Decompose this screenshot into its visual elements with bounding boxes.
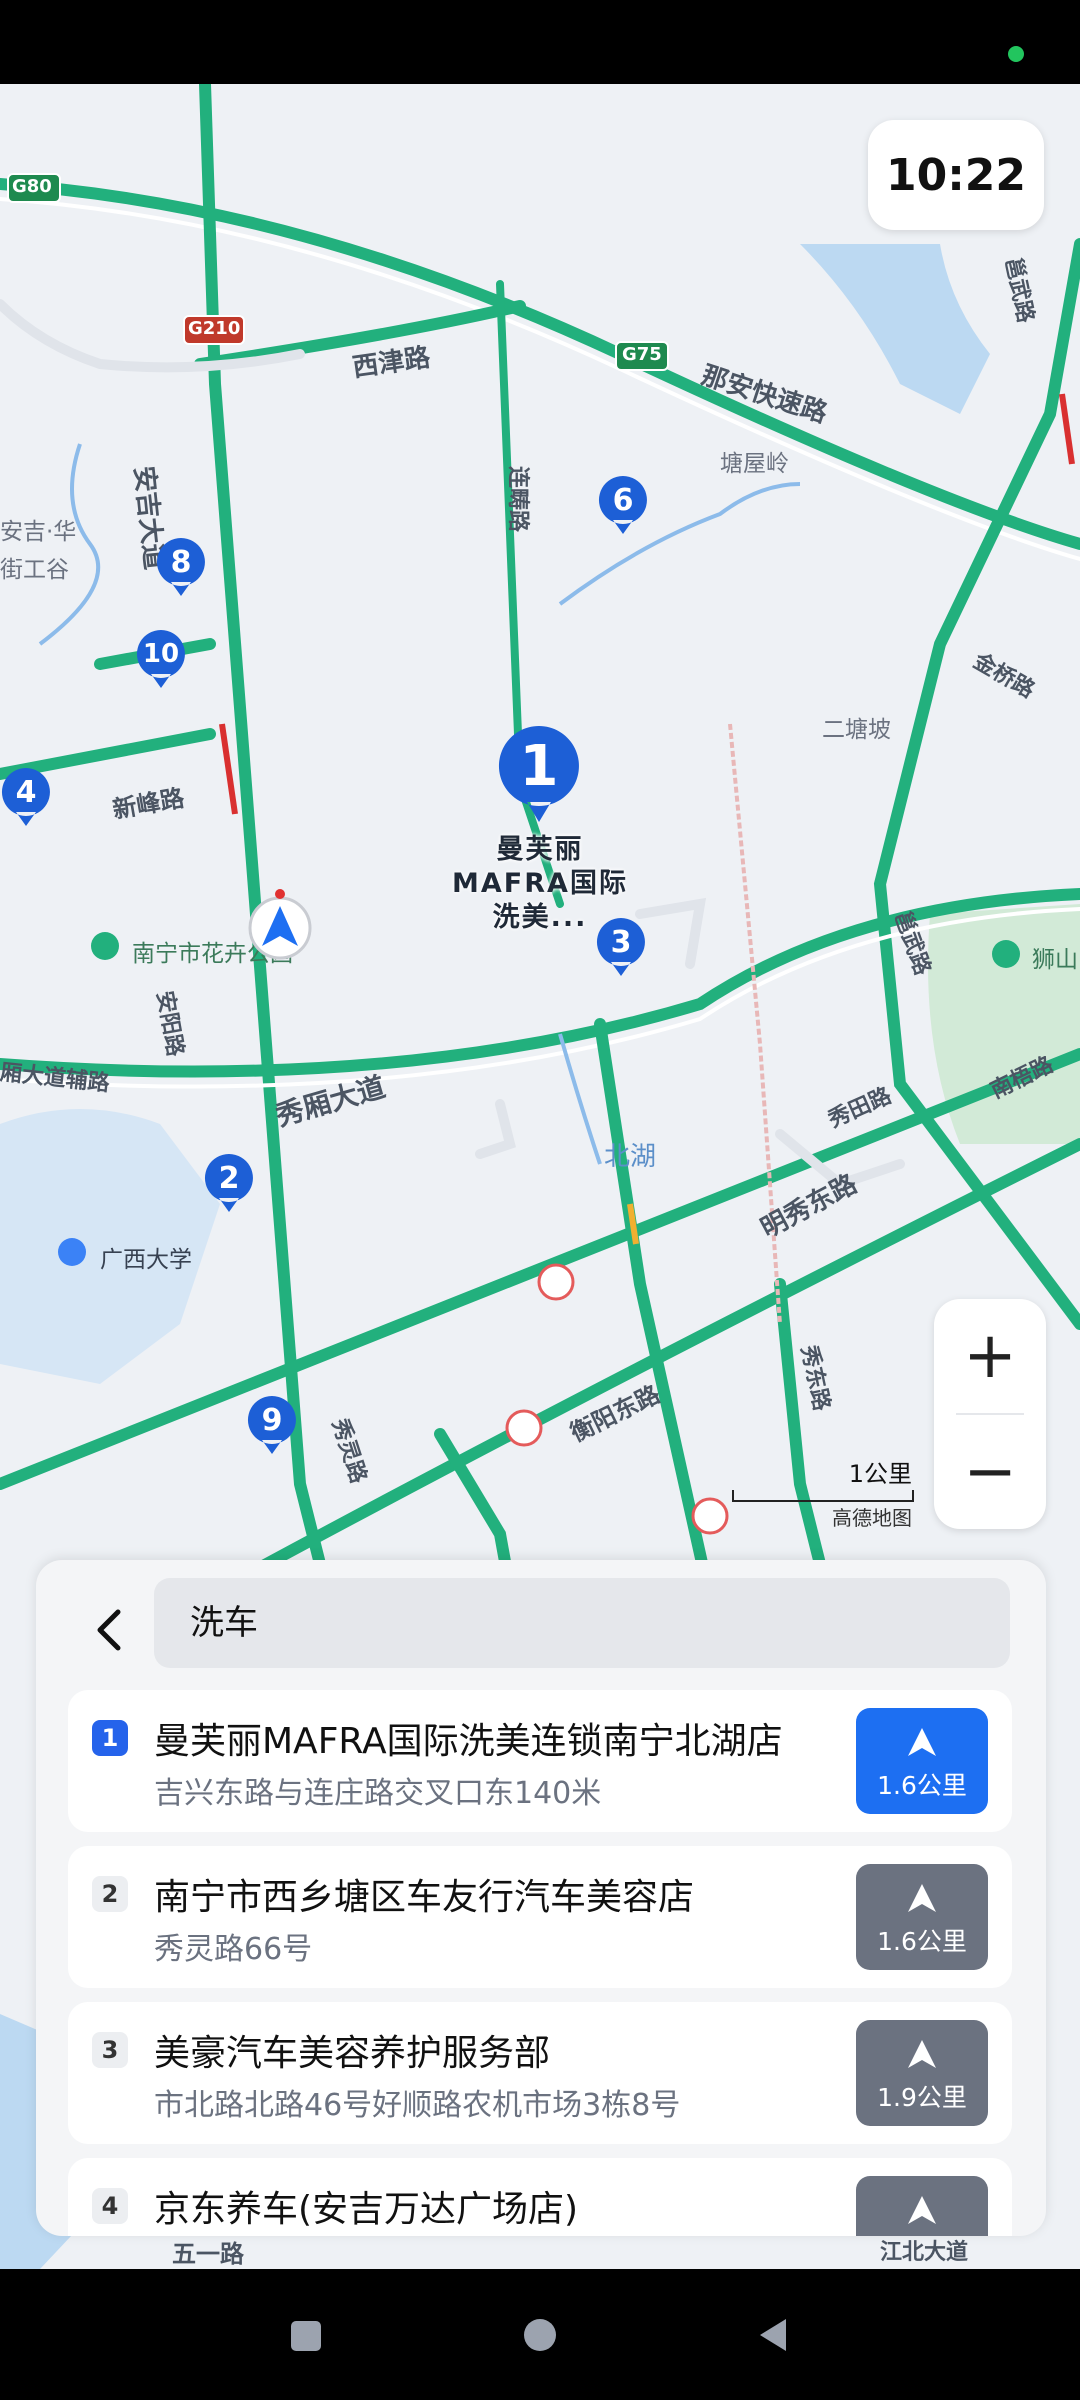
result-distance: 1.6公里 — [877, 1927, 967, 1956]
map-pin-4[interactable]: 4 — [0, 766, 52, 826]
road-label: 连畴路 — [505, 466, 530, 533]
status-indicator — [1008, 46, 1024, 62]
result-name: 京东养车(安吉万达广场店) — [154, 2189, 579, 2230]
zoom-in-button[interactable]: + — [934, 1299, 1046, 1413]
selected-poi-label: 曼芙丽MAFRA国际洗美... — [452, 834, 628, 933]
search-results-panel: 洗车 1 曼芙丽MAFRA国际洗美连锁南宁北湖店 吉兴东路与连庄路交叉口东140… — [36, 1560, 1046, 2236]
result-name: 南宁市西乡塘区车友行汽车美容店 — [154, 1877, 695, 1918]
map-pin-1[interactable]: 1 — [497, 724, 581, 824]
result-index: 4 — [92, 2188, 128, 2224]
campus-label: 广西大学 — [100, 1247, 192, 1273]
place-label: 安吉·华 — [0, 519, 77, 545]
road-label: 江北大道 — [880, 2240, 969, 2265]
result-index: 3 — [92, 2032, 128, 2068]
result-name: 美豪汽车美容养护服务部 — [154, 2033, 551, 2074]
place-label: 塘屋岭 — [720, 451, 789, 477]
navigate-button[interactable] — [856, 2176, 988, 2236]
scale-bar — [732, 1490, 914, 1502]
current-location-icon — [246, 884, 314, 964]
navigation-arrow-icon — [908, 2196, 936, 2224]
navigation-arrow-icon — [908, 2040, 936, 2068]
status-bar — [0, 0, 1080, 84]
result-item[interactable]: 4 京东养车(安吉万达广场店) — [68, 2158, 1012, 2236]
map-pin-8[interactable]: 8 — [155, 536, 207, 596]
chevron-left-icon — [97, 1609, 121, 1651]
zoom-controls: + − — [934, 1299, 1046, 1529]
map-brand: 高德地图 — [832, 1506, 912, 1530]
system-navigation-bar — [0, 2269, 1080, 2400]
result-index: 2 — [92, 1876, 128, 1912]
home-button[interactable] — [524, 2319, 556, 2351]
navigate-button[interactable]: 1.9公里 — [856, 2020, 988, 2126]
map-pin-9[interactable]: 9 — [246, 1394, 298, 1454]
place-label: 街工谷 — [0, 557, 69, 583]
result-item[interactable]: 2 南宁市西乡塘区车友行汽车美容店 秀灵路66号 1.6公里 — [68, 1846, 1012, 1988]
park-label: 狮山 — [1032, 947, 1078, 973]
map-scale: 1公里 高德地图 — [732, 1454, 914, 1530]
search-input[interactable]: 洗车 — [154, 1578, 1010, 1668]
map-pin-2[interactable]: 2 — [203, 1152, 255, 1212]
result-address: 市北路北路46号好顺路农机市场3栋8号 — [154, 2088, 681, 2123]
result-item[interactable]: 3 美豪汽车美容养护服务部 市北路北路46号好顺路农机市场3栋8号 1.9公里 — [68, 2002, 1012, 2144]
map-pin-6[interactable]: 6 — [597, 474, 649, 534]
result-distance: 1.6公里 — [877, 1771, 967, 1800]
system-back-button[interactable] — [760, 2319, 786, 2351]
result-name: 曼芙丽MAFRA国际洗美连锁南宁北湖店 — [154, 1721, 783, 1762]
highway-shield-g210: G210 — [188, 318, 241, 339]
result-item[interactable]: 1 曼芙丽MAFRA国际洗美连锁南宁北湖店 吉兴东路与连庄路交叉口东140米 1… — [68, 1690, 1012, 1832]
navigation-arrow-icon — [908, 1728, 936, 1756]
result-index: 1 — [92, 1720, 128, 1756]
result-address: 吉兴东路与连庄路交叉口东140米 — [154, 1776, 602, 1811]
result-address: 秀灵路66号 — [154, 1932, 313, 1967]
navigate-button[interactable]: 1.6公里 — [856, 1864, 988, 1970]
road-label: 五一路 — [172, 2240, 244, 2268]
navigate-button[interactable]: 1.6公里 — [856, 1708, 988, 1814]
result-distance: 1.9公里 — [877, 2083, 967, 2112]
map-pin-10[interactable]: 10 — [135, 628, 187, 688]
navigation-arrow-icon — [908, 1884, 936, 1912]
place-label: 北湖 — [604, 1142, 657, 1172]
recents-button[interactable] — [291, 2321, 321, 2351]
highway-shield-g75: G75 — [622, 344, 662, 365]
clock-widget: 10:22 — [868, 120, 1044, 230]
scale-text: 1公里 — [848, 1460, 912, 1488]
back-button[interactable] — [76, 1598, 140, 1662]
highway-shield-g80: G80 — [12, 176, 52, 197]
zoom-out-button[interactable]: − — [934, 1415, 1046, 1529]
place-label: 二塘坡 — [822, 717, 891, 743]
